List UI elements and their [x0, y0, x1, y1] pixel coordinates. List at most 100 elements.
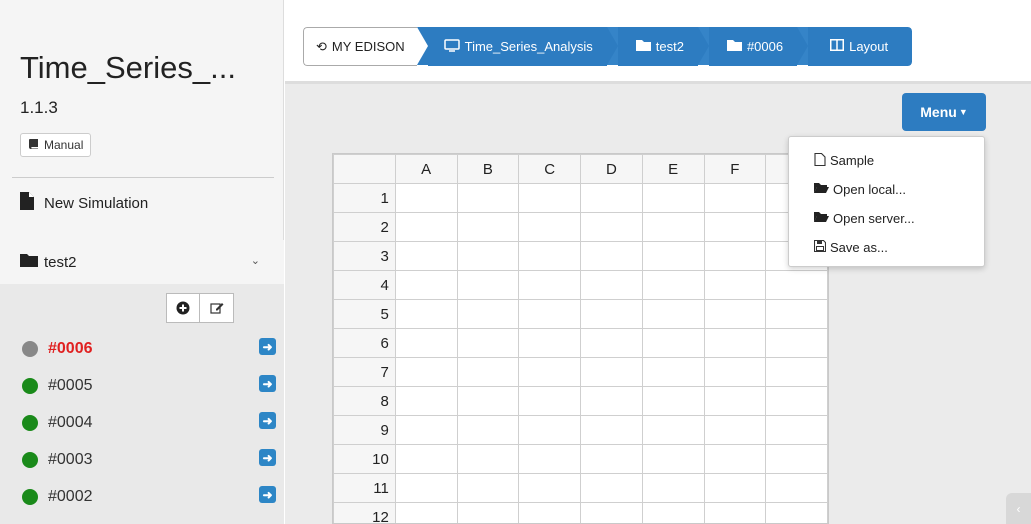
- row-header[interactable]: 12: [333, 502, 396, 523]
- grid-cell[interactable]: [456, 270, 520, 300]
- grid-cell[interactable]: [703, 241, 767, 271]
- grid-cell[interactable]: [456, 502, 520, 523]
- grid-cell[interactable]: [580, 473, 643, 503]
- grid-cell[interactable]: [765, 473, 828, 503]
- breadcrumb-app[interactable]: Time_Series_Analysis: [427, 27, 607, 66]
- job-item[interactable]: #0002 ➜: [22, 478, 278, 515]
- grid-cell[interactable]: [518, 183, 582, 213]
- job-item[interactable]: #0006 ➜: [22, 330, 278, 367]
- grid-cell[interactable]: [456, 415, 520, 445]
- grid-cell[interactable]: [394, 212, 458, 242]
- row-header[interactable]: 3: [333, 241, 396, 271]
- spreadsheet[interactable]: A B C D E F 1 2 3 4 5 6 7 8 9 10 11 12: [332, 153, 829, 524]
- grid-cell[interactable]: [703, 386, 767, 416]
- grid-cell[interactable]: [394, 415, 458, 445]
- grid-cell[interactable]: [703, 212, 767, 242]
- grid-cell[interactable]: [394, 299, 458, 329]
- grid-cell[interactable]: [765, 270, 828, 300]
- grid-cell[interactable]: [456, 357, 520, 387]
- grid-cell[interactable]: [456, 473, 520, 503]
- grid-cell[interactable]: [456, 328, 520, 358]
- grid-cell[interactable]: [580, 328, 643, 358]
- grid-cell[interactable]: [765, 502, 828, 523]
- column-header[interactable]: D: [580, 154, 643, 184]
- grid-cell[interactable]: [456, 241, 520, 271]
- row-header[interactable]: 11: [333, 473, 396, 503]
- grid-cell[interactable]: [394, 473, 458, 503]
- grid-cell[interactable]: [580, 299, 643, 329]
- grid-cell[interactable]: [394, 241, 458, 271]
- menu-button[interactable]: Menu ▼: [902, 93, 986, 131]
- grid-cell[interactable]: [703, 183, 767, 213]
- grid-cell[interactable]: [765, 299, 828, 329]
- grid-cell[interactable]: [703, 357, 767, 387]
- row-header[interactable]: 9: [333, 415, 396, 445]
- grid-cell[interactable]: [394, 386, 458, 416]
- folder-selector[interactable]: test2 ⌄: [0, 240, 284, 284]
- grid-cell[interactable]: [703, 328, 767, 358]
- grid-cell[interactable]: [580, 357, 643, 387]
- grid-cell[interactable]: [765, 328, 828, 358]
- manual-button[interactable]: Manual: [20, 133, 92, 157]
- grid-cell[interactable]: [580, 212, 643, 242]
- grid-cell[interactable]: [394, 357, 458, 387]
- grid-cell[interactable]: [456, 444, 520, 474]
- row-header[interactable]: 5: [333, 299, 396, 329]
- grid-cell[interactable]: [518, 444, 582, 474]
- grid-cell[interactable]: [703, 473, 767, 503]
- row-header[interactable]: 10: [333, 444, 396, 474]
- grid-cell[interactable]: [518, 473, 582, 503]
- grid-cell[interactable]: [641, 386, 705, 416]
- grid-cell[interactable]: [641, 183, 705, 213]
- breadcrumb-job[interactable]: #0006: [708, 27, 798, 66]
- row-header[interactable]: 6: [333, 328, 396, 358]
- grid-cell[interactable]: [703, 270, 767, 300]
- grid-cell[interactable]: [394, 328, 458, 358]
- job-item[interactable]: #0003 ➜: [22, 441, 278, 478]
- menu-item-open-local[interactable]: Open local...: [789, 175, 984, 204]
- grid-cell[interactable]: [518, 415, 582, 445]
- grid-cell[interactable]: [394, 183, 458, 213]
- grid-cell[interactable]: [641, 328, 705, 358]
- grid-cell[interactable]: [456, 386, 520, 416]
- grid-cell[interactable]: [703, 299, 767, 329]
- column-header[interactable]: B: [456, 154, 520, 184]
- row-header[interactable]: 2: [333, 212, 396, 242]
- grid-cell[interactable]: [518, 212, 582, 242]
- grid-cell[interactable]: [641, 299, 705, 329]
- grid-cell[interactable]: [518, 299, 582, 329]
- grid-cell[interactable]: [580, 270, 643, 300]
- grid-cell[interactable]: [518, 241, 582, 271]
- grid-cell[interactable]: [518, 357, 582, 387]
- row-header[interactable]: 4: [333, 270, 396, 300]
- column-header[interactable]: F: [703, 154, 767, 184]
- grid-cell[interactable]: [641, 415, 705, 445]
- grid-cell[interactable]: [765, 444, 828, 474]
- grid-cell[interactable]: [765, 357, 828, 387]
- row-header[interactable]: 1: [333, 183, 396, 213]
- menu-item-open-server[interactable]: Open server...: [789, 204, 984, 233]
- grid-cell[interactable]: [394, 270, 458, 300]
- grid-cell[interactable]: [456, 212, 520, 242]
- grid-cell[interactable]: [580, 183, 643, 213]
- menu-item-sample[interactable]: Sample: [789, 146, 984, 175]
- arrow-right-icon[interactable]: ➜: [259, 338, 276, 355]
- grid-cell[interactable]: [765, 386, 828, 416]
- grid-cell[interactable]: [580, 415, 643, 445]
- grid-cell[interactable]: [641, 444, 705, 474]
- grid-cell[interactable]: [518, 386, 582, 416]
- arrow-right-icon[interactable]: ➜: [259, 486, 276, 503]
- grid-cell[interactable]: [703, 444, 767, 474]
- column-header[interactable]: E: [641, 154, 705, 184]
- grid-cell[interactable]: [641, 357, 705, 387]
- collapse-panel-tab[interactable]: ‹: [1006, 493, 1031, 524]
- job-item[interactable]: #0004 ➜: [22, 404, 278, 441]
- grid-cell[interactable]: [456, 299, 520, 329]
- arrow-right-icon[interactable]: ➜: [259, 412, 276, 429]
- grid-cell[interactable]: [580, 502, 643, 523]
- breadcrumb-home[interactable]: ⟲ MY EDISON: [303, 27, 417, 66]
- row-header[interactable]: 8: [333, 386, 396, 416]
- grid-cell[interactable]: [641, 241, 705, 271]
- grid-cell[interactable]: [518, 270, 582, 300]
- grid-cell[interactable]: [641, 212, 705, 242]
